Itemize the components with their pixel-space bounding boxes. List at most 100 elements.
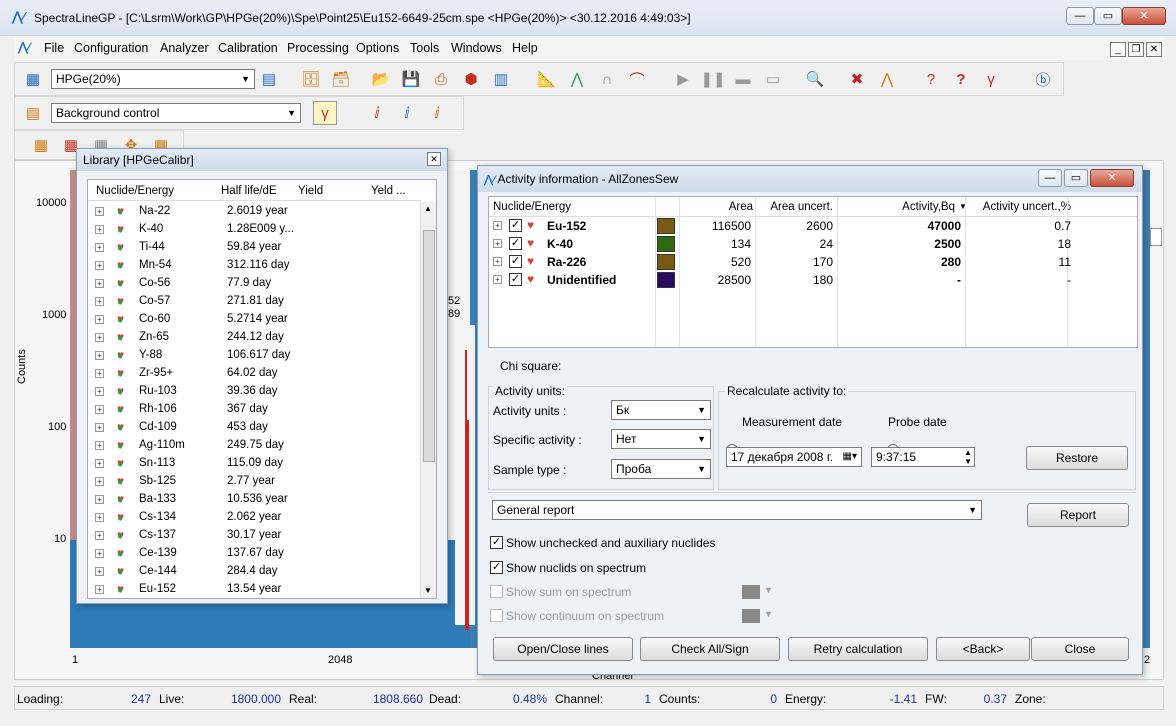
library-row[interactable]: + ♥● Co-56 77.9 day [92,274,304,292]
library-row[interactable]: + ♥● Eu-152 13.54 year [92,580,304,598]
expand-icon[interactable]: + [92,472,114,490]
efficiency-calibration-icon[interactable]: ⌒ [625,67,649,91]
about-icon[interactable]: ⓑ [1031,67,1055,91]
expand-icon[interactable]: + [92,310,114,328]
info-bq-icon[interactable]: ⅈ [425,101,449,125]
calendar-icon[interactable]: ▦▾ [843,448,857,466]
activity-units-select[interactable]: Бк ▼ [611,400,711,420]
library-row[interactable]: + ♥● Mn-54 312.116 day [92,256,304,274]
open-folder-icon[interactable]: 📂 [369,67,393,91]
activity-col-area-unc[interactable]: Area uncert. [761,201,833,213]
fwhm-calibration-icon[interactable]: ∩ [595,67,619,91]
show-continuum-checkbox[interactable] [490,609,503,622]
app-menu-icon[interactable]: ⋀⁄ [18,40,30,54]
maximize-button[interactable]: ▭ [1094,7,1122,25]
retry-calculation-button[interactable]: Retry calculation [788,637,928,661]
activity-bq-icon[interactable]: ? [949,67,973,91]
print-icon[interactable]: ⎙ [429,67,453,91]
menu-calibration[interactable]: Calibration [218,41,278,55]
menu-analyzer[interactable]: Analyzer [160,41,209,55]
activity-row[interactable]: + ✓ ♥ K-40 134 24 2500 18 [489,235,1137,253]
mdi-restore-button[interactable]: ❐ [1128,42,1144,57]
library-scroll-thumb[interactable] [423,230,435,462]
activity-row[interactable]: + ✓ ♥ Ra-226 520 170 280 11 [489,253,1137,271]
peak-shape-icon[interactable]: ⋀ [565,67,589,91]
expand-icon[interactable]: + [92,238,114,256]
close-window-button[interactable]: ✕ [1122,7,1166,25]
expand-icon[interactable]: + [92,328,114,346]
library-row[interactable]: + ♥● Sb-125 2.77 year [92,472,304,490]
sample-type-select[interactable]: Проба ▼ [611,459,711,479]
open-close-lines-button[interactable]: Open/Close lines [493,637,633,661]
nuclide-color-swatch[interactable] [657,254,675,270]
activity-col-nuclide[interactable]: Nuclide/Energy [493,201,571,213]
peak-search-icon[interactable]: ⋀ [875,67,899,91]
expand-icon[interactable]: + [92,346,114,364]
back-button[interactable]: <Back> [936,637,1030,661]
gamma-analysis-icon[interactable]: γ [979,67,1003,91]
expand-icon[interactable]: + [92,400,114,418]
detector-combo[interactable]: HPGe(20%) ▼ [51,69,255,89]
detector-icon[interactable]: ▦ [21,67,45,91]
activity-col-act-unc[interactable]: Activity uncert.,% [967,201,1071,213]
spin-icon[interactable]: ▲ ▼ [964,448,972,466]
info-spectrum-icon[interactable]: ⅈ [365,101,389,125]
expand-icon[interactable]: + [92,382,114,400]
library-col-halflife[interactable]: Half life/dE [221,185,277,197]
report-type-select[interactable]: General report ▼ [492,500,982,520]
scroll-up-icon[interactable]: ▲ [424,204,432,213]
nuclide-checkbox[interactable]: ✓ [509,237,522,250]
open-database-icon[interactable]: 🗄 [299,67,323,91]
library-row[interactable]: + ♥● Zr-95+ 64.02 day [92,364,304,382]
date-picker[interactable]: 17 декабря 2008 г. ▦▾ [726,447,862,467]
save-database-icon[interactable]: 🗃 [329,67,353,91]
library-row[interactable]: + ♥● Ag-110m 249.75 day [92,436,304,454]
library-row[interactable]: + ♥● Ce-144 284.4 day [92,562,304,580]
library-row[interactable]: + ♥● Cd-109 453 day [92,418,304,436]
expand-icon[interactable]: + [92,256,114,274]
library-row[interactable]: + ♥● Ru-103 39.36 day [92,382,304,400]
expand-icon[interactable]: + [92,508,114,526]
menu-tools[interactable]: Tools [410,41,439,55]
expand-icon[interactable]: + [92,580,114,598]
library-row[interactable]: + ♥● Ti-44 59.84 year [92,238,304,256]
library-row[interactable]: + ♥● Na-22 2.6019 year [92,202,304,220]
expand-icon[interactable]: + [92,454,114,472]
menu-configuration[interactable]: Configuration [74,41,148,55]
energy-calibration-icon[interactable]: 📐 [535,67,559,91]
zone-icon[interactable]: ▦ [29,133,53,157]
background-icon[interactable]: ▤ [21,101,45,125]
expand-icon[interactable]: + [493,221,502,230]
check-all-button[interactable]: Check All/Sign [640,637,780,661]
report-button[interactable]: Report [1027,503,1129,527]
expand-icon[interactable]: + [493,275,502,284]
background-combo[interactable]: Background control ▼ [51,103,301,123]
nuclide-checkbox[interactable]: ✓ [509,219,522,232]
expand-icon[interactable]: + [92,526,114,544]
save-icon[interactable]: 💾 [399,67,423,91]
restore-button[interactable]: Restore [1026,446,1128,470]
expand-icon[interactable]: + [92,418,114,436]
continuum-color-swatch[interactable] [742,609,760,623]
menu-windows[interactable]: Windows [451,41,502,55]
library-row[interactable]: + ♥● Cs-134 2.062 year [92,508,304,526]
nuclide-color-swatch[interactable] [657,272,675,288]
activity-col-activity[interactable]: Activity,Bq [875,201,955,213]
expand-icon[interactable]: + [92,202,114,220]
activity-row[interactable]: + ✓ ♥ Eu-152 116500 2600 47000 0.7 [489,217,1137,235]
detector-properties-icon[interactable]: ▤ [257,67,281,91]
library-col-yield2[interactable]: Yeld ... [371,185,406,197]
expand-icon[interactable]: + [92,220,114,238]
pause-icon[interactable]: ❚❚ [700,67,725,91]
start-icon[interactable]: ▶ [671,67,695,91]
expand-icon[interactable]: + [92,544,114,562]
expand-icon[interactable]: + [92,364,114,382]
menu-processing[interactable]: Processing [287,41,349,55]
stop-icon[interactable]: ▬ [731,67,755,91]
expand-icon[interactable]: + [92,292,114,310]
delete-peaks-icon[interactable]: ✖ [845,67,869,91]
nuclide-color-swatch[interactable] [657,236,675,252]
activity-row[interactable]: + ✓ ♥ Unidentified 28500 180 - - [489,271,1137,289]
expand-icon[interactable]: + [493,257,502,266]
gamma-filter-icon[interactable]: γ [313,101,337,125]
